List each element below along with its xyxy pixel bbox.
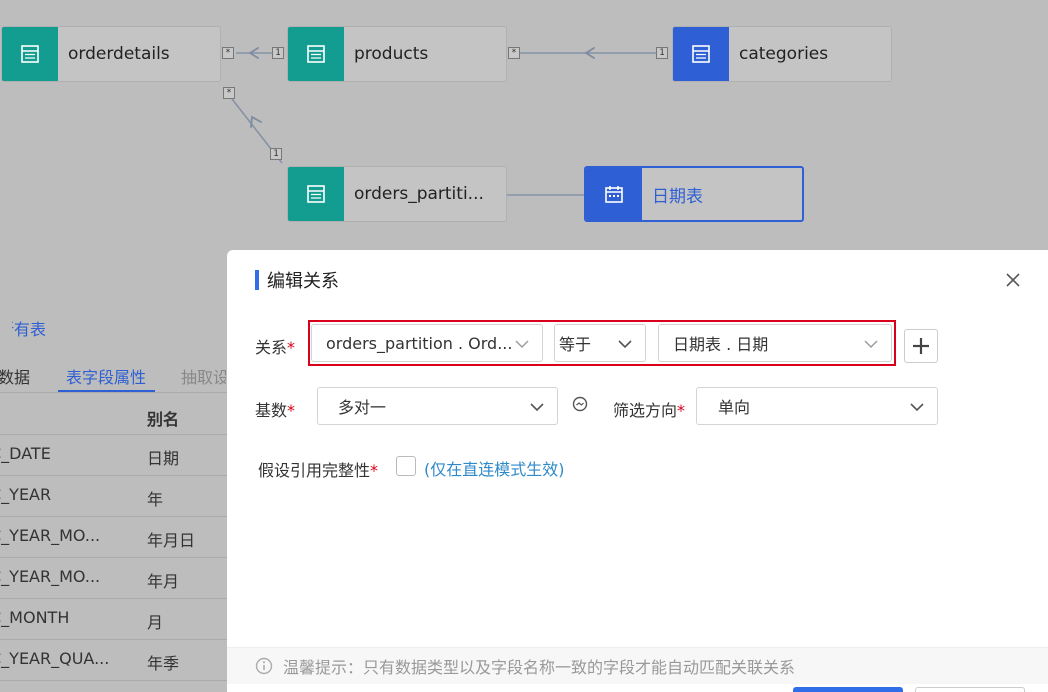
table-node-date-table[interactable]: 日期表 [584, 166, 804, 222]
plus-icon [913, 338, 929, 354]
calendar-icon [586, 168, 642, 220]
integrity-hint: (仅在直连模式生效) [424, 460, 565, 479]
required-mark: * [677, 401, 686, 420]
table-node-label: 日期表 [652, 186, 703, 207]
cardinality-one-badge: 1 [272, 47, 284, 59]
confirm-button[interactable] [793, 687, 903, 692]
alias-column-header: 别名 [147, 410, 180, 429]
cardinality-help-button[interactable] [571, 395, 589, 413]
table-icon [673, 27, 729, 81]
divider [0, 434, 230, 435]
integrity-label-text: 假设引用完整性 [258, 461, 371, 480]
required-mark: * [287, 338, 296, 357]
field-name: C_YEAR_QUA... [0, 649, 110, 668]
field-alias: 月 [147, 613, 164, 632]
relation-label: 关系* [255, 334, 295, 358]
info-icon [255, 657, 273, 675]
integrity-checkbox[interactable] [396, 456, 416, 476]
relation-label-text: 关系 [255, 338, 288, 357]
footer-tip-text: 温馨提示：只有数据类型以及字段名称一致的字段才能自动匹配关联关系 [283, 658, 796, 677]
footer-tip: 温馨提示：只有数据类型以及字段名称一致的字段才能自动匹配关联关系 [227, 648, 1048, 684]
field-name: C_YEAR [0, 485, 52, 504]
dialog-title: 编辑关系 [255, 267, 339, 293]
cardinality-value: 多对一 [338, 398, 387, 417]
field-alias: 日期 [147, 449, 180, 468]
filter-direction-value: 单向 [718, 398, 751, 417]
relation-right-value: 日期表 . 日期 [673, 335, 769, 354]
cardinality-many-badge: * [222, 47, 234, 59]
cardinality-label: 基数* [255, 397, 295, 421]
divider [0, 557, 230, 558]
table-icon [288, 167, 344, 221]
table-icon [2, 27, 58, 81]
relation-operator-select[interactable]: 等于 [554, 324, 646, 362]
table-node-label: orders_partiti... [354, 184, 484, 204]
divider [0, 516, 230, 517]
required-mark: * [370, 461, 379, 480]
relation-left-value: orders_partition . Ord... [326, 333, 513, 353]
relation-right-select[interactable]: 日期表 . 日期 [658, 324, 892, 362]
cardinality-one-badge: 1 [270, 148, 282, 160]
integrity-label: 假设引用完整性* [258, 457, 378, 481]
filter-direction-select[interactable]: 单向 [696, 387, 938, 425]
table-node-products[interactable]: products [287, 26, 507, 82]
cardinality-one-badge: 1 [656, 47, 668, 59]
table-node-orderdetails[interactable]: orderdetails [1, 26, 221, 82]
table-node-label: products [354, 44, 429, 64]
tab-field-properties[interactable]: 表字段属性 [66, 364, 146, 388]
cancel-button[interactable] [915, 687, 1025, 692]
cardinality-label-text: 基数 [255, 401, 288, 420]
divider [0, 392, 230, 393]
field-alias: 年季 [147, 654, 180, 673]
divider [0, 639, 230, 640]
required-mark: * [287, 401, 296, 420]
table-node-orders-partition[interactable]: orders_partiti... [287, 166, 507, 222]
table-node-label: orderdetails [68, 44, 170, 64]
filter-direction-label: 筛选方向* [613, 397, 685, 421]
detect-icon [572, 396, 588, 412]
table-node-label: categories [739, 44, 829, 64]
field-alias: 年 [147, 490, 164, 509]
chevron-down-icon [530, 403, 544, 412]
chevron-down-icon [864, 340, 878, 348]
field-alias: 年月日 [147, 531, 196, 550]
close-icon [1006, 273, 1020, 287]
divider [0, 680, 230, 681]
relation-left-select[interactable]: orders_partition . Ord... [311, 324, 543, 362]
tab-extract-settings[interactable]: 抽取设 [181, 364, 226, 388]
chevron-down-icon [910, 403, 924, 412]
cardinality-many-badge: * [508, 47, 520, 59]
chevron-down-icon [515, 340, 529, 348]
field-name: C_MONTH [0, 608, 70, 627]
tab-data[interactable]: 数据 [0, 364, 30, 388]
table-node-categories[interactable]: categories [672, 26, 892, 82]
divider [0, 598, 230, 599]
field-name: C_DATE [0, 444, 51, 463]
dialog-title-text: 编辑关系 [267, 271, 339, 292]
close-button[interactable] [1002, 269, 1024, 291]
all-tables-link[interactable]: 所有表 [12, 316, 46, 340]
add-relation-button[interactable] [904, 329, 938, 363]
field-name: C_YEAR_MO... [0, 526, 101, 545]
edit-relationship-dialog: 编辑关系 关系* orders_partition . Ord... 等于 日期… [227, 250, 1048, 692]
divider [0, 475, 230, 476]
chevron-down-icon [618, 340, 632, 349]
relation-operator-value: 等于 [559, 335, 592, 354]
cardinality-select[interactable]: 多对一 [317, 387, 558, 425]
cardinality-many-badge: * [223, 87, 235, 99]
table-icon [288, 27, 344, 81]
title-accent-bar [255, 270, 259, 290]
filter-direction-label-text: 筛选方向 [613, 401, 678, 420]
field-alias: 年月 [147, 572, 180, 591]
field-name: C_YEAR_MO... [0, 567, 101, 586]
